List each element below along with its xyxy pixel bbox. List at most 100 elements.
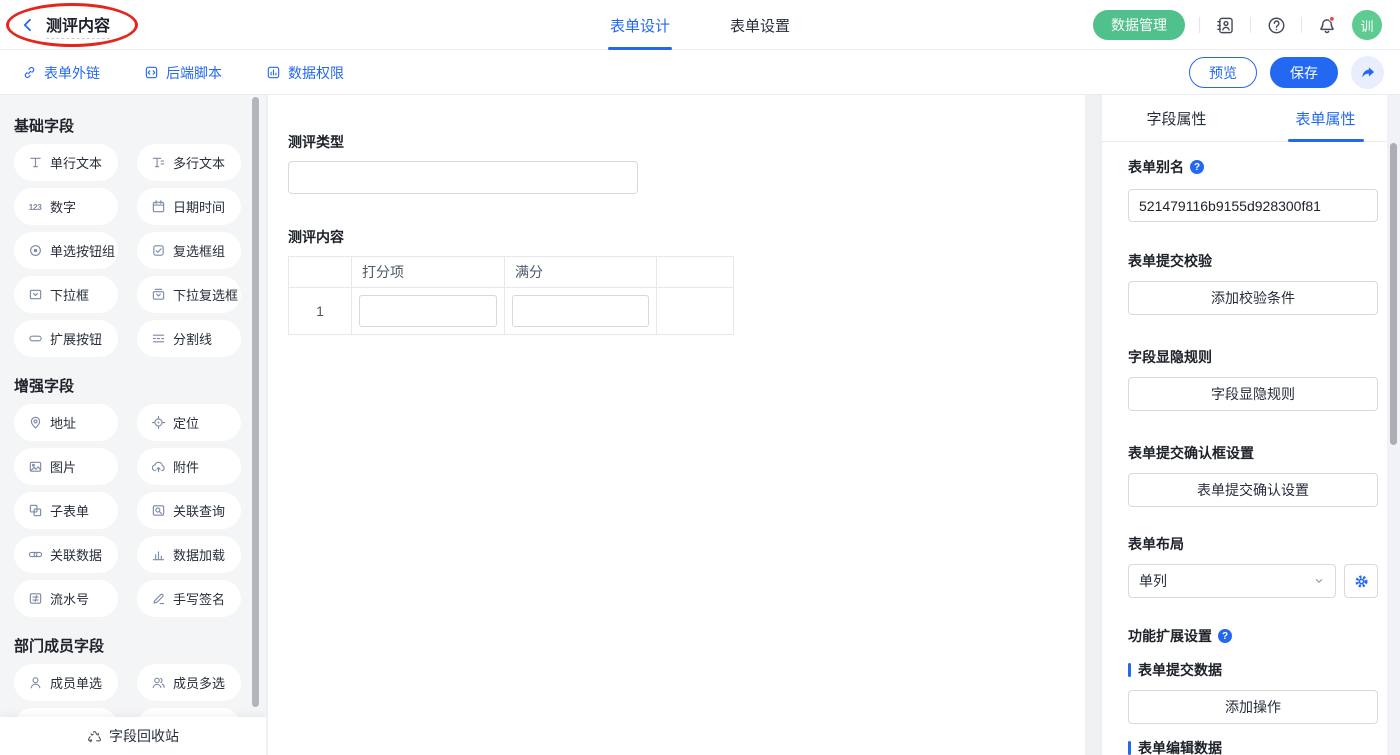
divider xyxy=(1199,17,1200,33)
form-toolbar: 表单外链 后端脚本 数据权限 预览 保存 xyxy=(0,50,1400,95)
extend-button-icon xyxy=(27,331,43,347)
text-single-icon xyxy=(27,155,43,171)
help-badge-icon[interactable]: ? xyxy=(1190,160,1204,174)
properties-tabs: 字段属性 表单属性 xyxy=(1102,95,1400,142)
field-item-datetime[interactable]: 日期时间 xyxy=(137,188,241,225)
tab-form-design[interactable]: 表单设计 xyxy=(607,0,672,50)
header-right: 数据管理 训 xyxy=(1093,0,1382,50)
form-canvas[interactable]: 测评类型 测评内容 打分项 满分 1 xyxy=(268,95,1085,755)
table-cell-full-score xyxy=(505,288,657,334)
external-link-icon xyxy=(24,66,35,79)
field-item-radio-group[interactable]: 单选按钮组 xyxy=(14,232,118,269)
edit-data-group-label: 表单编辑数据 xyxy=(1128,738,1378,755)
radio-icon xyxy=(27,243,43,259)
field-label-eval-content: 测评内容 xyxy=(288,229,344,245)
backend-script-action[interactable]: 后端脚本 xyxy=(144,50,222,95)
back-chevron-icon xyxy=(23,18,31,32)
section-title-basic: 基础字段 xyxy=(14,118,75,135)
field-recycle-bin[interactable]: 字段回收站 xyxy=(0,717,266,755)
add-validation-button[interactable]: 添加校验条件 xyxy=(1128,281,1378,315)
divider xyxy=(1250,17,1251,33)
score-item-input[interactable] xyxy=(359,295,497,327)
field-item-related-data[interactable]: 关联数据 xyxy=(14,536,118,573)
field-item-member-single[interactable]: 成员单选 xyxy=(14,664,118,701)
text-multi-icon xyxy=(150,155,166,171)
tab-field-properties[interactable]: 字段属性 xyxy=(1102,95,1251,141)
field-item-related-query[interactable]: 关联查询 xyxy=(137,492,241,529)
submit-confirm-button[interactable]: 表单提交确认设置 xyxy=(1128,473,1378,507)
bar-chart-icon xyxy=(150,547,166,563)
field-item-address[interactable]: 地址 xyxy=(14,404,118,441)
tab-form-settings[interactable]: 表单设置 xyxy=(730,0,790,50)
field-item-number[interactable]: 123 数字 xyxy=(14,188,118,225)
layout-settings-button[interactable] xyxy=(1344,564,1378,598)
member-single-icon xyxy=(27,675,43,691)
enhanced-fields-grid: 地址 定位 图片 附件 子表单 关联查询 关联数据 数据加载 流水号 手写签名 xyxy=(14,404,266,617)
submit-validation-label: 表单提交校验 xyxy=(1128,253,1212,269)
field-item-locate[interactable]: 定位 xyxy=(137,404,241,441)
field-item-extend-button[interactable]: 扩展按钮 xyxy=(14,320,118,357)
preview-button[interactable]: 预览 xyxy=(1189,57,1257,88)
table-header-full-score: 满分 xyxy=(505,257,657,288)
toolbar-links: 表单外链 后端脚本 数据权限 xyxy=(22,50,344,95)
eval-content-table[interactable]: 打分项 满分 1 xyxy=(288,256,734,335)
external-link-action[interactable]: 表单外链 xyxy=(22,50,100,95)
related-query-icon xyxy=(150,503,166,519)
section-title-enhanced: 增强字段 xyxy=(14,378,75,395)
back-button[interactable] xyxy=(20,17,36,33)
layout-select[interactable]: 单列 xyxy=(1128,564,1336,598)
table-cell-score-item xyxy=(352,288,505,334)
data-permission-action[interactable]: 数据权限 xyxy=(266,50,344,95)
field-item-attachment[interactable]: 附件 xyxy=(137,448,241,485)
notification-bell-icon[interactable] xyxy=(1316,14,1338,36)
field-item-image[interactable]: 图片 xyxy=(14,448,118,485)
subform-icon xyxy=(27,503,43,519)
help-icon[interactable] xyxy=(1265,14,1287,36)
field-item-data-load[interactable]: 数据加载 xyxy=(137,536,241,573)
panel-scrollbar[interactable] xyxy=(1390,143,1397,445)
form-designer-page: 测评内容 表单设计 表单设置 数据管理 训 表单外链 后端脚本 数据权限 预览 … xyxy=(0,0,1400,755)
help-badge-icon[interactable]: ? xyxy=(1218,629,1232,643)
contacts-book-icon[interactable] xyxy=(1214,14,1236,36)
user-avatar[interactable]: 训 xyxy=(1352,10,1382,40)
full-score-input[interactable] xyxy=(512,295,649,327)
table-cell-extra xyxy=(657,288,733,334)
field-label-eval-type: 测评类型 xyxy=(288,134,344,150)
locate-icon xyxy=(150,415,166,431)
field-visibility-button[interactable]: 字段显隐规则 xyxy=(1128,377,1378,411)
field-item-subform[interactable]: 子表单 xyxy=(14,492,118,529)
group-marker xyxy=(1128,741,1131,755)
recycle-icon xyxy=(87,730,102,742)
basic-fields-grid: 单行文本 多行文本 123 数字 日期时间 单选按钮组 复选框组 下拉框 下拉复选… xyxy=(14,144,266,357)
multi-select-icon xyxy=(150,287,166,303)
field-item-select[interactable]: 下拉框 xyxy=(14,276,118,313)
field-item-divider[interactable]: 分割线 xyxy=(137,320,241,357)
tab-form-properties[interactable]: 表单属性 xyxy=(1251,95,1400,142)
field-item-single-text[interactable]: 单行文本 xyxy=(14,144,118,181)
section-title-members: 部门成员字段 xyxy=(14,638,105,655)
field-visibility-label: 字段显隐规则 xyxy=(1128,349,1212,365)
form-layout-label: 表单布局 xyxy=(1128,536,1184,552)
field-item-checkbox-group[interactable]: 复选框组 xyxy=(137,232,241,269)
app-header: 测评内容 表单设计 表单设置 数据管理 训 xyxy=(0,0,1400,50)
divider xyxy=(1301,17,1302,33)
submit-data-add-action-button[interactable]: 添加操作 xyxy=(1128,690,1378,724)
active-tab-underline xyxy=(1287,139,1364,142)
signature-icon xyxy=(150,591,166,607)
field-item-signature[interactable]: 手写签名 xyxy=(137,580,241,617)
page-title[interactable]: 测评内容 xyxy=(46,12,111,39)
data-manage-button[interactable]: 数据管理 xyxy=(1093,10,1185,40)
share-button[interactable] xyxy=(1351,56,1384,89)
eval-type-input[interactable] xyxy=(288,161,638,194)
field-item-multi-text[interactable]: 多行文本 xyxy=(137,144,241,181)
field-item-multi-select[interactable]: 下拉复选框 xyxy=(137,276,241,313)
share-arrow-icon xyxy=(1362,67,1375,78)
field-item-serial-number[interactable]: 流水号 xyxy=(14,580,118,617)
calendar-icon xyxy=(150,199,166,215)
sidebar-scrollbar[interactable] xyxy=(252,97,259,707)
field-item-member-multi[interactable]: 成员多选 xyxy=(137,664,241,701)
submit-data-group-label: 表单提交数据 xyxy=(1128,660,1378,680)
save-button[interactable]: 保存 xyxy=(1270,57,1338,88)
form-alias-input[interactable] xyxy=(1128,189,1378,222)
header-tabs: 表单设计 表单设置 xyxy=(607,0,790,50)
